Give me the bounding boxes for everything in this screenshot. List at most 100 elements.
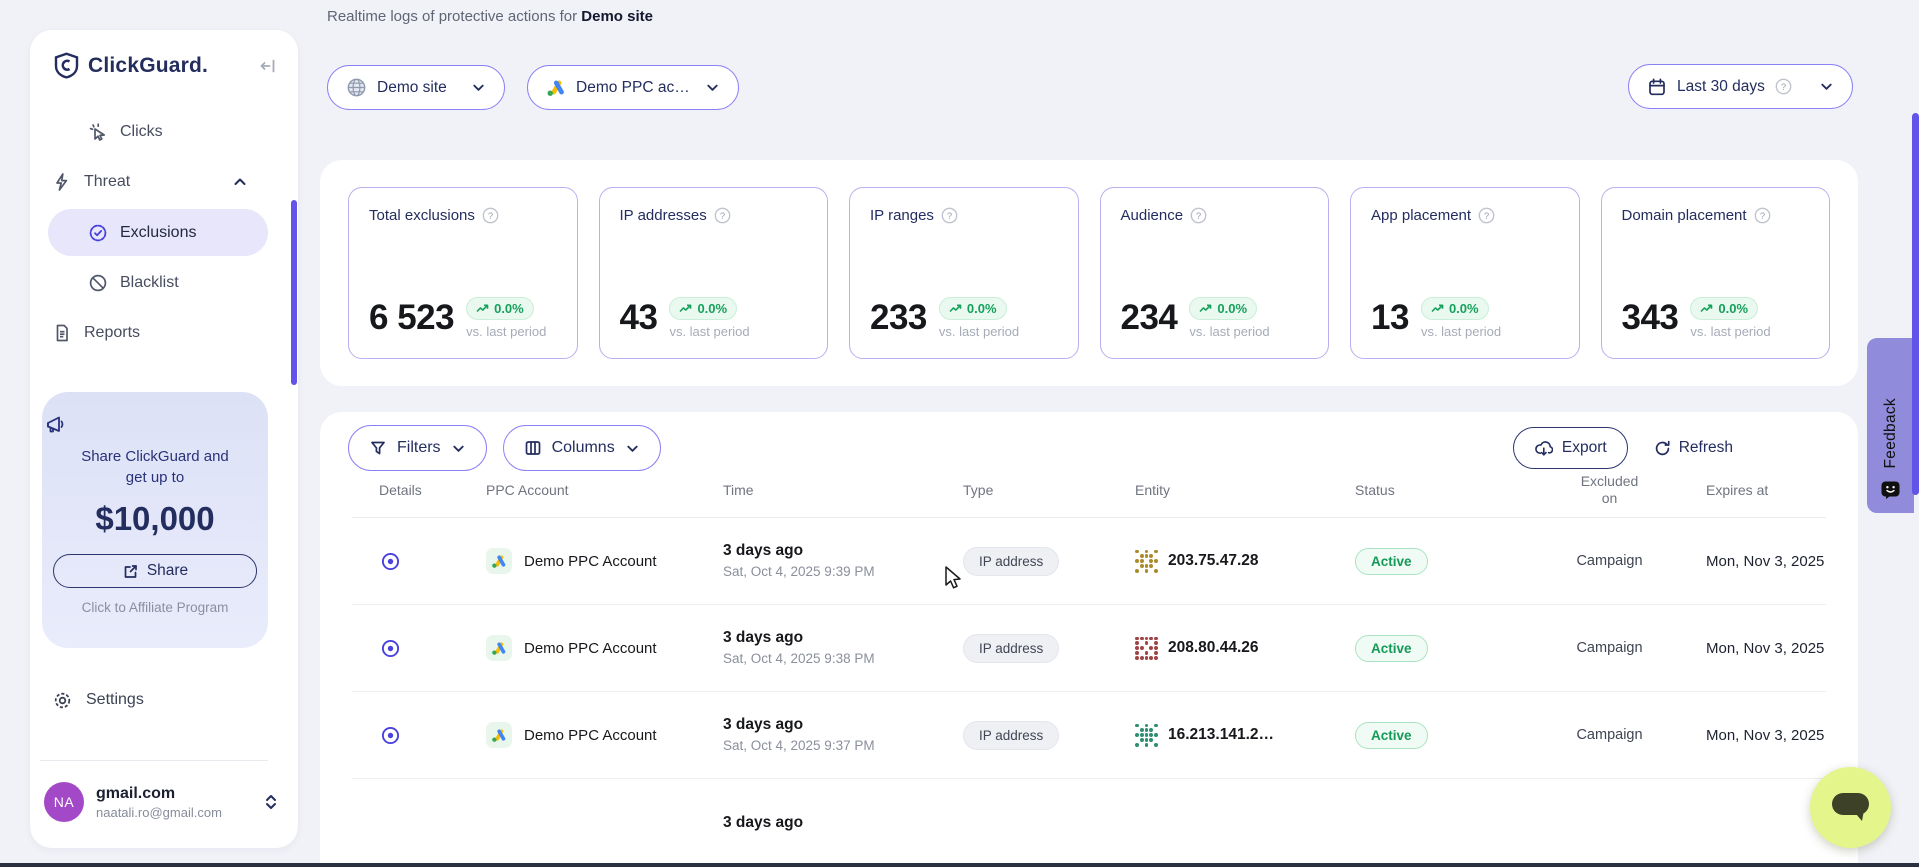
date-range-selector[interactable]: Last 30 days ? (1628, 64, 1853, 109)
col-expires-at: Expires at (1690, 482, 1855, 498)
view-details-icon[interactable] (380, 551, 401, 572)
chevron-down-icon (705, 80, 720, 95)
stat-card-domain-placement: Domain placement ? 343 0.0% vs. last per… (1601, 187, 1831, 359)
help-circle-icon: ? (714, 207, 731, 224)
ban-icon (88, 273, 108, 293)
trend-up-icon (949, 304, 962, 313)
svg-text:?: ? (1759, 211, 1764, 222)
excluded-on-value: Campaign (1529, 640, 1690, 656)
feedback-tab[interactable]: Feedback (1867, 338, 1914, 513)
type-badge: IP address (963, 721, 1059, 750)
help-circle-icon: ? (482, 207, 499, 224)
sidebar-item-blacklist[interactable]: Blacklist (30, 258, 298, 308)
chevron-down-icon (1819, 79, 1834, 94)
site-selector-value: Demo site (377, 79, 447, 97)
stat-label: Audience (1121, 207, 1184, 224)
feedback-label: Feedback (1882, 398, 1900, 468)
sidebar-item-label: Blacklist (120, 274, 179, 292)
stat-label: Total exclusions (369, 207, 475, 224)
stat-label: IP addresses (620, 207, 707, 224)
filters-button[interactable]: Filters (348, 425, 487, 471)
stat-card-total-exclusions: Total exclusions ? 6 523 0.0% vs. last p… (348, 187, 578, 359)
chevron-down-icon (625, 441, 640, 456)
user-name: gmail.com (96, 785, 222, 803)
sidebar-item-settings[interactable]: Settings (30, 675, 298, 725)
site-selector[interactable]: Demo site (327, 65, 505, 110)
affiliate-link[interactable]: Click to Affiliate Program (42, 600, 268, 615)
stat-label: IP ranges (870, 207, 934, 224)
external-link-icon (122, 563, 139, 580)
chat-bubble-icon (1830, 791, 1872, 825)
sidebar-nav: Clicks Threat Exclusions Blacklist (30, 107, 298, 358)
col-entity: Entity (1135, 482, 1355, 498)
view-details-icon[interactable] (380, 638, 401, 659)
sidebar-item-label: Exclusions (120, 224, 196, 242)
chat-launcher-button[interactable] (1810, 767, 1891, 848)
trend-up-icon (476, 304, 489, 313)
sidebar-item-exclusions[interactable]: Exclusions (48, 209, 268, 256)
sidebar: ClickGuard. Clicks Threat Exclusions (30, 30, 298, 848)
stat-card-app-placement: App placement ? 13 0.0% vs. last period (1350, 187, 1580, 359)
sidebar-item-reports[interactable]: Reports (30, 308, 298, 358)
stat-caption: vs. last period (1189, 324, 1269, 339)
stat-label: App placement (1371, 207, 1471, 224)
view-details-icon[interactable] (380, 725, 401, 746)
entity-identicon (1135, 550, 1158, 573)
col-details: Details (352, 482, 486, 498)
sidebar-collapse-icon[interactable] (258, 56, 278, 76)
excluded-on-value: Campaign (1529, 553, 1690, 569)
type-badge: IP address (963, 634, 1059, 663)
expires-at-value: Mon, Nov 3, 2025 (1690, 727, 1855, 744)
sidebar-item-clicks[interactable]: Clicks (30, 107, 298, 157)
divider (40, 760, 268, 761)
columns-icon (524, 439, 542, 457)
calendar-icon (1647, 77, 1667, 97)
user-email: naatali.ro@gmail.com (96, 805, 222, 820)
refresh-icon (1654, 440, 1671, 457)
document-icon (52, 323, 72, 343)
stat-caption: vs. last period (939, 324, 1019, 339)
stat-value: 43 (620, 298, 658, 338)
time-full: Sat, Oct 4, 2025 9:39 PM (723, 561, 963, 582)
ppc-account-selector[interactable]: Demo PPC ac… (527, 65, 739, 110)
sidebar-item-threat[interactable]: Threat (30, 157, 298, 207)
account-name: Demo PPC Account (524, 727, 657, 744)
time-relative: 3 days ago (723, 540, 963, 561)
expires-at-value: Mon, Nov 3, 2025 (1690, 640, 1855, 657)
account-name: Demo PPC Account (524, 553, 657, 570)
svg-text:?: ? (488, 211, 493, 222)
exclusions-table-panel: Filters Columns Export Refresh Details P… (320, 412, 1858, 867)
subtitle-site-name: Demo site (581, 8, 653, 25)
entity-value: 203.75.47.28 (1168, 552, 1259, 570)
user-account[interactable]: NA gmail.com naatali.ro@gmail.com (44, 782, 284, 822)
google-ads-icon (486, 548, 512, 574)
lightning-icon (52, 172, 72, 192)
help-circle-icon: ? (1478, 207, 1495, 224)
svg-text:?: ? (1484, 211, 1489, 222)
entity-identicon (1135, 637, 1158, 660)
help-circle-icon: ? (941, 207, 958, 224)
time-relative: 3 days ago (723, 627, 963, 648)
share-button[interactable]: Share (53, 554, 257, 588)
stat-caption: vs. last period (1690, 324, 1770, 339)
date-range-value: Last 30 days (1677, 78, 1765, 96)
svg-text:?: ? (947, 211, 952, 222)
table-row: 3 days ago (352, 779, 1826, 866)
logo-row: ClickGuard. (30, 30, 298, 79)
status-badge: Active (1355, 635, 1428, 662)
time-full: Sat, Oct 4, 2025 9:37 PM (723, 735, 963, 756)
sidebar-scrollbar[interactable] (291, 200, 297, 385)
help-circle-icon: ? (1754, 207, 1771, 224)
entity-value: 16.213.141.2… (1168, 726, 1274, 744)
badge-check-icon (88, 223, 108, 243)
svg-text:?: ? (1196, 211, 1201, 222)
page-scrollbar[interactable] (1912, 113, 1919, 495)
affiliate-promo-card: Share ClickGuard and get up to $10,000 S… (42, 392, 268, 648)
columns-button[interactable]: Columns (503, 425, 661, 471)
col-time: Time (723, 482, 963, 498)
col-excluded-on: Excludedon (1529, 473, 1690, 507)
export-button[interactable]: Export (1513, 427, 1628, 469)
excluded-on-value: Campaign (1529, 727, 1690, 743)
table-row: Demo PPC Account 3 days agoSat, Oct 4, 2… (352, 518, 1826, 605)
refresh-button[interactable]: Refresh (1654, 439, 1733, 457)
